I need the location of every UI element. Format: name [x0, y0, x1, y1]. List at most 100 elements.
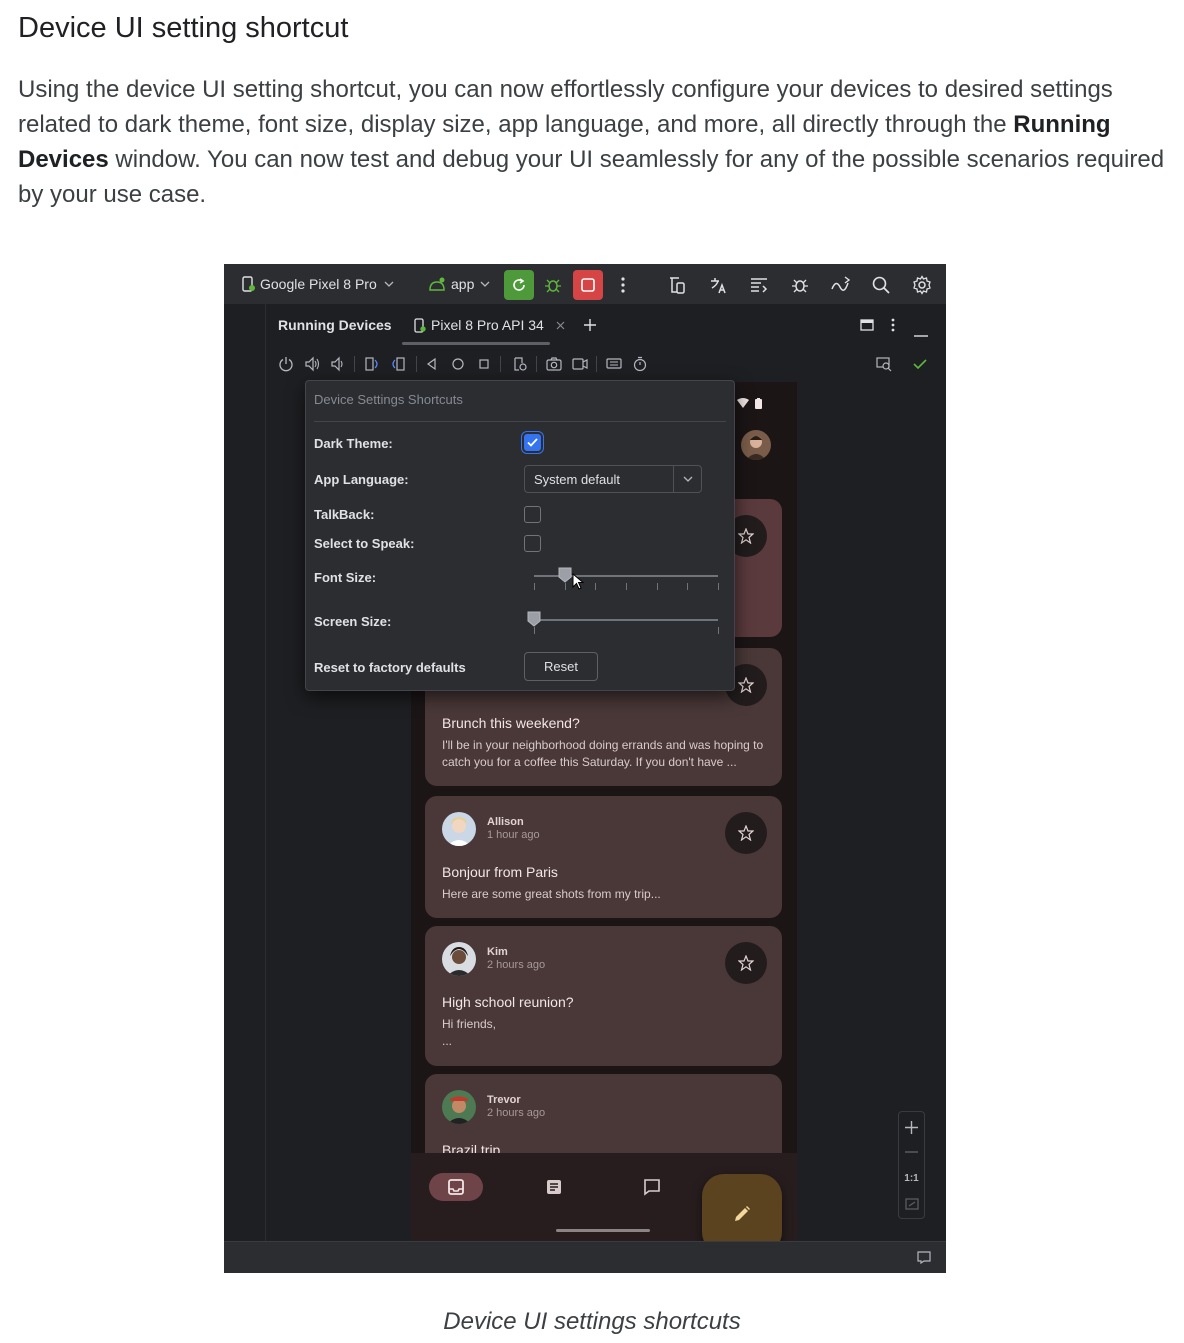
email-card[interactable]: Kim 2 hours ago High school reunion? Hi …	[425, 926, 782, 1066]
email-sender: Trevor	[487, 1094, 521, 1106]
book-icon[interactable]	[917, 1251, 931, 1269]
pencil-icon	[735, 1206, 750, 1221]
rotate-left-icon[interactable]	[364, 356, 380, 372]
device-manager-icon[interactable]	[666, 274, 688, 296]
select-to-speak-checkbox[interactable]	[524, 535, 541, 552]
android-icon	[428, 277, 446, 291]
para-text-1: Using the device UI setting shortcut, yo…	[18, 76, 1113, 138]
reset-button[interactable]: Reset	[524, 652, 598, 681]
run-config-selector[interactable]: app	[428, 264, 490, 304]
zoom-in-icon[interactable]	[899, 1116, 924, 1138]
search-icon[interactable]	[870, 274, 892, 296]
nav-articles-icon[interactable]	[527, 1173, 581, 1201]
rerun-icon	[513, 278, 525, 291]
app-inspection-icon[interactable]	[789, 274, 811, 296]
slider-thumb[interactable]	[527, 611, 541, 627]
stop-icon	[581, 278, 595, 292]
avatar	[442, 812, 476, 846]
zoom-out-icon[interactable]	[899, 1142, 924, 1162]
device-selector[interactable]: Google Pixel 8 Pro	[240, 264, 394, 304]
chevron-down-icon	[673, 466, 701, 492]
volume-down-icon[interactable]	[330, 356, 346, 372]
translate-icon[interactable]	[707, 274, 729, 296]
talkback-checkbox[interactable]	[524, 506, 541, 523]
screen-record-icon[interactable]	[572, 356, 588, 372]
reset-label: Reset to factory defaults	[314, 660, 466, 675]
talkback-label: TalkBack:	[314, 507, 375, 522]
profiler-icon[interactable]	[830, 274, 852, 296]
status-bar	[224, 1241, 946, 1273]
screen-size-slider[interactable]	[527, 608, 719, 636]
run-config-label: app	[451, 276, 475, 292]
email-card[interactable]: Allison 1 hour ago Bonjour from Paris He…	[425, 796, 782, 918]
running-devices-title: Running Devices	[278, 317, 392, 333]
slider-thumb[interactable]	[558, 567, 572, 583]
debug-button[interactable]	[538, 270, 568, 300]
device-icon	[414, 317, 426, 333]
slider-tick	[718, 583, 719, 590]
nav-chat-icon[interactable]	[625, 1173, 679, 1201]
device-selector-label: Google Pixel 8 Pro	[260, 276, 377, 292]
minimize-icon[interactable]	[914, 324, 928, 342]
dark-theme-checkbox[interactable]	[524, 434, 541, 451]
wifi-icon	[737, 398, 749, 408]
left-tool-strip	[224, 304, 266, 1241]
camera-icon[interactable]	[546, 356, 562, 372]
font-size-label: Font Size:	[314, 570, 377, 585]
email-preview: I'll be in your neighborhood doing erran…	[442, 738, 764, 769]
maximize-icon[interactable]	[860, 318, 874, 337]
tab-pixel-8-pro[interactable]: Pixel 8 Pro API 34	[414, 317, 597, 333]
checkmark-icon	[527, 438, 538, 447]
layout-inspector-icon[interactable]	[748, 274, 770, 296]
para-text-2: window. You can now test and debug your …	[18, 146, 1165, 208]
device-search-icon[interactable]	[876, 356, 892, 372]
compose-fab[interactable]	[702, 1174, 782, 1241]
add-tab-icon[interactable]	[583, 318, 597, 332]
email-time: 2 hours ago	[487, 959, 546, 971]
rerun-button[interactable]	[504, 270, 534, 300]
screen-size-label: Screen Size:	[314, 614, 392, 629]
email-subject: Brunch this weekend?	[442, 715, 580, 731]
close-icon[interactable]	[556, 321, 565, 330]
power-icon[interactable]	[278, 356, 294, 372]
main-toolbar: Google Pixel 8 Pro app	[224, 264, 946, 304]
font-size-slider[interactable]	[534, 564, 719, 592]
star-icon[interactable]	[725, 812, 767, 854]
gear-icon[interactable]	[911, 274, 933, 296]
bug-icon	[545, 279, 561, 293]
mouse-cursor-icon	[572, 572, 585, 596]
rotate-right-icon[interactable]	[390, 356, 406, 372]
app-language-value: System default	[534, 472, 620, 487]
article-heading: Device UI setting shortcut	[18, 12, 349, 44]
profile-avatar[interactable]	[741, 430, 771, 460]
chevron-down-icon	[480, 281, 490, 287]
home-icon[interactable]	[450, 356, 466, 372]
stopwatch-icon[interactable]	[632, 356, 648, 372]
device-settings-shortcut-icon[interactable]	[512, 356, 528, 372]
figure-caption: Device UI settings shortcuts	[443, 1308, 741, 1335]
slider-tick	[626, 583, 627, 590]
gesture-handle	[556, 1229, 650, 1232]
email-sender: Kim	[487, 946, 508, 958]
email-subject: Bonjour from Paris	[442, 864, 558, 880]
app-language-select[interactable]: System default	[524, 465, 702, 493]
back-icon[interactable]	[424, 356, 440, 372]
zoom-actual-size[interactable]: 1:1	[899, 1168, 924, 1188]
slider-tick	[687, 583, 688, 590]
email-preview: Hi friends, ...	[442, 1017, 497, 1048]
zoom-fit-icon[interactable]	[899, 1194, 924, 1214]
popup-title: Device Settings Shortcuts	[314, 392, 463, 407]
overview-icon[interactable]	[476, 356, 492, 372]
more-vertical-icon[interactable]	[612, 274, 634, 296]
nav-inbox-icon[interactable]	[429, 1173, 483, 1201]
select-to-speak-label: Select to Speak:	[314, 536, 415, 551]
dark-theme-label: Dark Theme:	[314, 436, 393, 451]
more-vertical-icon[interactable]	[891, 318, 895, 337]
slider-tick	[534, 627, 535, 634]
volume-up-icon[interactable]	[304, 356, 320, 372]
star-icon[interactable]	[725, 942, 767, 984]
stop-button[interactable]	[573, 270, 603, 300]
active-tab-indicator	[402, 342, 550, 345]
status-bar-icons	[737, 398, 762, 409]
keyboard-icon[interactable]	[606, 356, 622, 372]
